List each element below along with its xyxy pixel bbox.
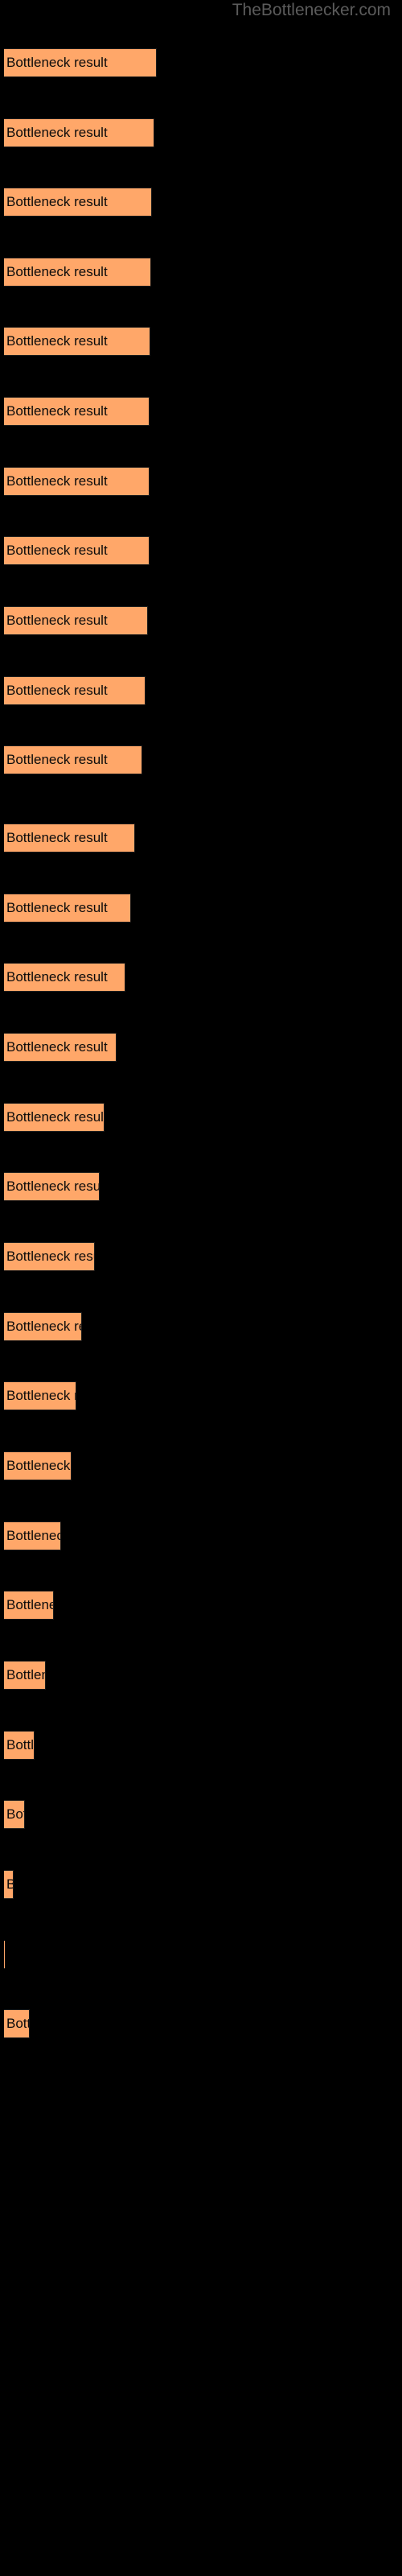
- bar-row: Bottleneck result: [4, 1800, 25, 1829]
- bar: [4, 1381, 76, 1410]
- bar: [4, 606, 148, 635]
- bar-row: Bottleneck result: [4, 48, 157, 77]
- bar: [4, 188, 152, 217]
- bar-row: Bottleneck result: [4, 1242, 95, 1271]
- bar: [4, 48, 157, 77]
- bar: [4, 1800, 25, 1829]
- bar: [4, 824, 135, 852]
- bar: [4, 1451, 72, 1480]
- bar-row: Bottleneck result: [4, 894, 131, 923]
- bar-row: Bottleneck result: [4, 1940, 5, 1969]
- bar-row: Bottleneck result: [4, 118, 154, 147]
- bar: [4, 467, 150, 496]
- bar: [4, 894, 131, 923]
- bar-row: Bottleneck result: [4, 745, 142, 774]
- bar: [4, 1591, 54, 1620]
- bar-row: Bottleneck result: [4, 1870, 14, 1899]
- bar: [4, 1033, 117, 1062]
- bar-row: Bottleneck result: [4, 1172, 100, 1201]
- bar: [4, 1940, 5, 1969]
- bar-row: Bottleneck result: [4, 258, 151, 287]
- bar-row: Bottleneck result: [4, 1451, 72, 1480]
- bar: [4, 745, 142, 774]
- bar-row: Bottleneck result: [4, 1381, 76, 1410]
- bar-chart-plot-area: Bottleneck result Bottleneck result Bottle…: [0, 0, 402, 2576]
- bar-row: Bottleneck result: [4, 1661, 46, 1690]
- bar: [4, 118, 154, 147]
- bar: [4, 397, 150, 426]
- bar-row: Bottleneck result: [4, 1731, 35, 1760]
- bar: [4, 1103, 105, 1132]
- bar-row: Bottleneck result: [4, 1591, 54, 1620]
- bar: [4, 1870, 14, 1899]
- bar-row: Bottleneck result: [4, 824, 135, 852]
- bar: [4, 1172, 100, 1201]
- bar-row: Bottleneck result: [4, 1312, 82, 1341]
- bar-row: Bottleneck result: [4, 676, 146, 705]
- bar: [4, 327, 150, 356]
- bar: [4, 676, 146, 705]
- bar: [4, 536, 150, 565]
- bar: [4, 1731, 35, 1760]
- bar-row: Bottleneck result: [4, 1033, 117, 1062]
- bottleneck-chart-page: TheBottlenecker.com Bottleneck result Bot…: [0, 0, 402, 2576]
- bar-row: Bottleneck result: [4, 467, 150, 496]
- bar: [4, 1242, 95, 1271]
- bar: [4, 258, 151, 287]
- bar-row: Bottleneck result: [4, 1103, 105, 1132]
- bar-row: Bottleneck result: [4, 327, 150, 356]
- bar: [4, 1312, 82, 1341]
- bar: [4, 1661, 46, 1690]
- bar: [4, 963, 125, 992]
- bar-row: Bottleneck result: [4, 188, 152, 217]
- bar-row: Bottleneck result: [4, 397, 150, 426]
- bar-row: Bottleneck result: [4, 2009, 30, 2038]
- bar-row: Bottleneck result: [4, 963, 125, 992]
- bar: [4, 1521, 61, 1550]
- bar-row: Bottleneck result: [4, 606, 148, 635]
- bar: [4, 2009, 30, 2038]
- bar-row: Bottleneck result: [4, 536, 150, 565]
- bar-row: Bottleneck result: [4, 1521, 61, 1550]
